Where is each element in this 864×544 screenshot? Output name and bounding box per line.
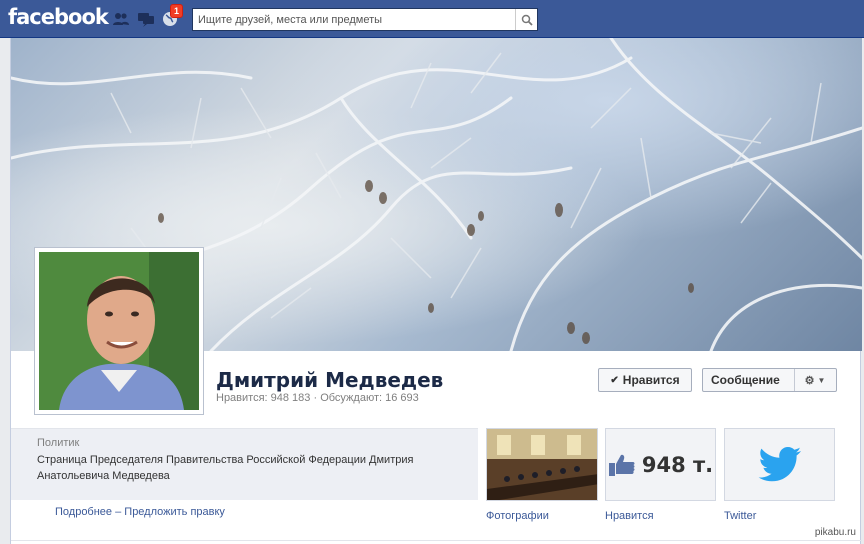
messages-icon[interactable] [137,11,155,27]
profile-picture[interactable] [34,247,204,415]
gear-icon: ⚙ [804,374,815,387]
top-bar: facebook 1 [0,0,864,38]
likes-tile[interactable]: 948 т. [605,428,716,501]
divider [11,540,862,541]
about-section: Политик Страница Председателя Правительс… [11,428,478,500]
checkmark-icon: ✔ [610,374,619,386]
twitter-bird-icon [758,446,801,481]
like-button[interactable]: ✔ Нравится [598,368,692,392]
search-input[interactable] [193,9,515,30]
twitter-label[interactable]: Twitter [724,510,756,522]
page-category: Политик [37,437,80,449]
thumbs-up-icon [608,454,635,476]
page-description: Страница Председателя Правительства Росс… [37,454,414,482]
photos-label[interactable]: Фотографии [486,510,549,522]
portrait-photo [39,252,199,410]
suggest-edit-link[interactable]: Предложить правку [124,506,225,518]
message-button-label: Сообщение [703,369,795,391]
photos-tile[interactable] [486,428,598,501]
search-box [192,8,538,31]
about-links: Подробнее – Предложить правку [55,506,225,518]
notification-badge: 1 [170,4,184,18]
chevron-down-icon: ▼ [817,375,826,385]
more-link[interactable]: Подробнее [55,506,112,518]
page-title: Дмитрий Медведев [216,368,444,392]
like-button-label: Нравится [622,373,680,387]
settings-dropdown[interactable]: ⚙ ▼ [795,374,835,387]
friend-requests-icon[interactable] [112,11,130,27]
search-button[interactable] [515,9,537,30]
page-container: Дмитрий Медведев Нравится: 948 183 · Обс… [10,38,862,544]
link-separator: – [112,506,125,518]
likes-label[interactable]: Нравится [605,510,654,522]
page-stats: Нравится: 948 183 · Обсуждают: 16 693 [216,392,419,404]
photos-thumbnail [487,429,597,500]
search-icon [521,14,533,26]
likes-count: 948 т. [641,452,714,477]
facebook-logo[interactable]: facebook [8,5,109,29]
twitter-tile[interactable] [724,428,835,501]
watermark: pikabu.ru [814,527,856,538]
message-button[interactable]: Сообщение ⚙ ▼ [702,368,837,392]
